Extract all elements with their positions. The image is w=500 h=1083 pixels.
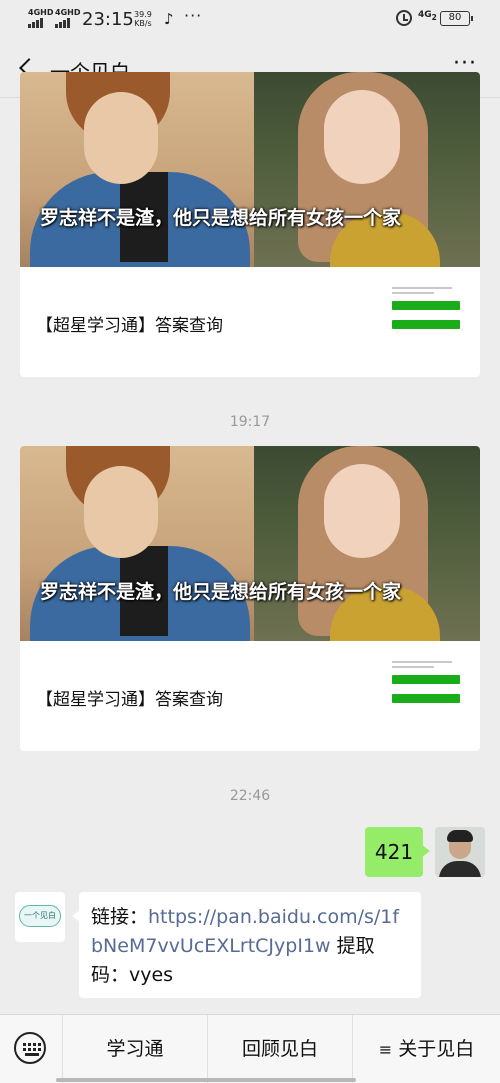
message-prefix: 链接： [91,906,149,928]
menu-lines-icon: ≡ [378,1040,393,1059]
tiktok-icon: ♪ [164,10,174,28]
network-speed-value: 39.9 [134,10,152,19]
menu-item-review[interactable]: 回顾见白 [207,1015,352,1083]
article-card[interactable]: 罗志祥不是渣，他只是想给所有女孩一个家 【超星学习通】答案查询 [20,72,480,377]
signal-bars-icon [55,18,80,28]
cover-photo-left [20,72,254,267]
menu-item-xuexitong[interactable]: 学习通 [62,1015,207,1083]
article-card[interactable]: 罗志祥不是渣，他只是想给所有女孩一个家 【超星学习通】答案查询 [20,446,480,751]
article-cover-image: 罗志祥不是渣，他只是想给所有女孩一个家 [20,72,480,267]
alarm-icon [396,10,412,26]
account-logo: 一个见白 [19,905,61,927]
signal-bars-icon [28,18,53,28]
clock: 23:15 [82,9,134,30]
more-notifications-icon: ··· [184,6,203,25]
sent-message-bubble[interactable]: 421 [365,827,430,877]
account-menu-bar: 学习通 回顾见白 ≡ 关于见白 [0,1014,500,1083]
status-bar: 4GHD 4GHD 23:15 39.9 KB/s ♪ ··· 4G2 80 [0,0,500,40]
timestamp: 19:17 [229,414,271,430]
article-thumbnail [392,661,460,723]
battery-icon: 80 [440,11,473,26]
signal-sim2: 4GHD [55,9,80,28]
menu-item-about-label: 关于见白 [398,1038,475,1060]
avatar[interactable] [435,827,485,877]
article-title: 【超星学习通】答案查询 [36,316,223,336]
cover-photo-right [254,446,480,641]
sim1-label: 4GHD [28,8,54,17]
article-thumbnail [392,287,460,349]
menu-item-about[interactable]: ≡ 关于见白 [352,1015,500,1083]
cover-photo-right [254,72,480,267]
article-card-body: 【超星学习通】答案查询 [20,641,480,751]
keyboard-icon[interactable] [14,1032,46,1064]
article-cover-image: 罗志祥不是渣，他只是想给所有女孩一个家 [20,446,480,641]
network-type: 4G2 [418,10,437,22]
timestamp: 22:46 [229,788,271,804]
network-speed: 39.9 KB/s [134,10,152,28]
article-card-body: 【超星学习通】答案查询 [20,267,480,377]
cover-photo-left [20,446,254,641]
network-speed-unit: KB/s [134,19,152,28]
article-title: 【超星学习通】答案查询 [36,690,223,710]
official-account-avatar[interactable]: 一个见白 [15,892,65,942]
received-message-bubble[interactable]: 链接：https://pan.baidu.com/s/1fbNeM7vvUcEX… [72,892,421,998]
signal-sim1: 4GHD [28,9,53,28]
article-cover-caption: 罗志祥不是渣，他只是想给所有女孩一个家 [40,207,402,229]
home-indicator [56,1078,356,1082]
sim2-label: 4GHD [55,8,81,17]
article-cover-caption: 罗志祥不是渣，他只是想给所有女孩一个家 [40,581,402,603]
